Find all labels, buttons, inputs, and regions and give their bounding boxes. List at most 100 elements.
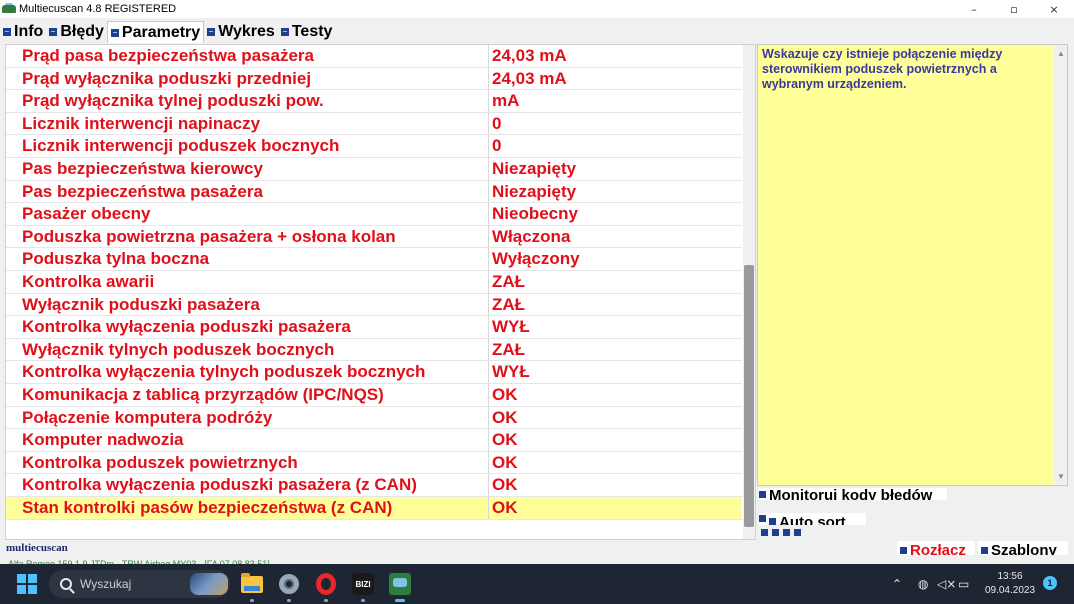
description-scrollbar[interactable]: ▲ ▼: [1054, 45, 1067, 485]
clock-time: 13:56: [997, 571, 1023, 582]
notification-badge[interactable]: 1: [1043, 576, 1057, 590]
table-row[interactable]: Wyłącznik tylnych poduszek bocznych ZAŁ: [6, 338, 742, 362]
table-row[interactable]: Licznik interwencji napinaczy 0: [6, 112, 742, 136]
table-row[interactable]: Prąd pasa bezpieczeństwa pasażera 24,03 m…: [6, 45, 742, 68]
param-name: Pasażer obecny: [6, 203, 489, 226]
tab-chart[interactable]: Wykres: [204, 21, 278, 43]
taskbar-clock[interactable]: 13:56 09.04.2023: [982, 570, 1038, 598]
tab-parameters[interactable]: Parametry: [106, 21, 205, 43]
window-controls: – ▫ ×: [954, 0, 1074, 18]
monitor-errors-checkbox[interactable]: Monitoruj kody błędów: [759, 488, 947, 500]
tab-tests[interactable]: Testy: [277, 21, 336, 43]
param-value: OK: [489, 452, 742, 475]
search-placeholder: Wyszukaj: [80, 577, 132, 591]
param-value: 0: [489, 135, 742, 158]
volume-muted-icon[interactable]: ◁×: [937, 564, 956, 604]
tray-chevron-icon[interactable]: ⌃: [892, 564, 902, 604]
disconnect-label: Rozłącz: [910, 542, 966, 555]
windows-start-icon[interactable]: [17, 574, 37, 594]
param-name: Licznik interwencji poduszek bocznych: [6, 135, 489, 158]
settings-gear-icon[interactable]: [276, 571, 302, 602]
tab-chart-icon: [207, 28, 216, 36]
minimize-button[interactable]: –: [954, 0, 994, 18]
templates-button[interactable]: Szablony: [978, 541, 1068, 555]
table-row[interactable]: Kontrolka poduszek powietrznych OK: [6, 451, 742, 475]
description-panel: Wskazuje czy istnieje połączenie między …: [757, 44, 1068, 486]
table-row[interactable]: Prąd wyłącznika tylnej poduszki pow. mA: [6, 90, 742, 113]
description-text: Wskazuje czy istnieje połączenie między …: [762, 47, 1003, 91]
table-row[interactable]: Kontrolka awarii ZAŁ: [6, 271, 742, 294]
table-row[interactable]: Pas bezpieczeństwa kierowcy Niezapięty: [6, 158, 742, 181]
battery-icon[interactable]: ▭: [958, 564, 969, 604]
scroll-down-arrow-icon[interactable]: ▼: [1057, 472, 1065, 481]
maximize-button[interactable]: ▫: [994, 0, 1034, 18]
app-window: Multiecuscan 4.8 REGISTERED – ▫ × Info B…: [0, 0, 1074, 604]
table-row[interactable]: Komputer nadwozia OK: [6, 429, 742, 452]
param-name: Kontrolka awarii: [6, 271, 489, 294]
disconnect-button[interactable]: Rozłącz: [897, 541, 975, 555]
param-name: Kontrolka poduszek powietrznych: [6, 451, 489, 475]
parameters-table: Prąd pasa bezpieczeństwa pasażera 24,03 m…: [5, 44, 756, 540]
param-value: Niezapięty: [489, 181, 742, 204]
brand-logo-text: multiecuscan: [6, 542, 68, 554]
param-value: OK: [489, 497, 742, 520]
network-globe-icon[interactable]: ◍: [918, 564, 928, 604]
multiecuscan-app-icon: [2, 3, 16, 15]
mini-toolbar-icon[interactable]: [772, 529, 779, 536]
param-value: ZAŁ: [489, 271, 742, 294]
table-row[interactable]: Poduszka tylna boczna Wyłączony: [6, 248, 742, 271]
table-row[interactable]: Kontrolka wyłączenia poduszki pasażera (…: [6, 474, 742, 497]
tab-chart-label: Wykres: [218, 23, 275, 40]
param-value: 0: [489, 113, 742, 136]
close-button[interactable]: ×: [1034, 0, 1074, 18]
param-value: Nieobecny: [489, 203, 742, 226]
mini-toolbar-icon[interactable]: [794, 529, 801, 536]
checkbox-icon: [759, 515, 766, 522]
mini-toolbar-icon[interactable]: [761, 529, 768, 536]
table-row[interactable]: Pas bezpieczeństwa pasażera Niezapięty: [6, 180, 742, 204]
opera-browser-icon[interactable]: [313, 571, 339, 602]
tab-tests-label: Testy: [291, 23, 333, 40]
param-name: Kontrolka wyłączenia tylnych poduszek bo…: [6, 361, 489, 384]
param-name: Prąd pasa bezpieczeństwa pasażera: [6, 45, 489, 68]
param-name: Licznik interwencji napinaczy: [6, 112, 489, 136]
param-name: Komunikacja z tablicą przyrządów (IPC/NQ…: [6, 384, 489, 407]
taskbar-search[interactable]: Wyszukaj: [49, 570, 230, 598]
param-value: 24,03 mA: [489, 45, 742, 68]
tab-info-icon: [3, 28, 11, 36]
bizi-app-icon[interactable]: BIZI: [350, 571, 376, 602]
table-row[interactable]: Poduszka powietrzna pasażera + osłona ko…: [6, 225, 742, 249]
table-row[interactable]: Kontrolka wyłączenia poduszki pasażera WY…: [6, 316, 742, 339]
tab-errors[interactable]: Błędy: [46, 21, 107, 43]
param-name: Prąd wyłącznika tylnej poduszki pow.: [6, 90, 489, 113]
tab-info-label: Info: [14, 23, 44, 40]
tab-info[interactable]: Info: [0, 21, 47, 43]
mini-toolbar-icon[interactable]: [783, 529, 790, 536]
tab-parameters-icon: [110, 28, 119, 37]
table-row[interactable]: Pasażer obecny Nieobecny: [6, 203, 742, 226]
param-name: Poduszka tylna boczna: [6, 248, 489, 271]
param-name: Wyłącznik poduszki pasażera: [6, 293, 489, 317]
table-row[interactable]: Połączenie komputera podróży OK: [6, 406, 742, 430]
table-row[interactable]: Wyłącznik poduszki pasażera ZAŁ: [6, 293, 742, 317]
file-explorer-icon[interactable]: [239, 571, 265, 602]
table-row-selected[interactable]: Stan kontrolki pasów bezpieczeństwa (z C…: [6, 497, 742, 520]
table-scrollbar-thumb[interactable]: [744, 265, 754, 527]
param-name: Połączenie komputera podróży: [6, 406, 489, 430]
table-scrollbar[interactable]: [743, 45, 755, 539]
search-icon: [60, 578, 72, 590]
scroll-up-arrow-icon[interactable]: ▲: [1057, 49, 1065, 58]
param-value: WYŁ: [489, 361, 742, 384]
param-value: mA: [489, 90, 742, 113]
param-name: Stan kontrolki pasów bezpieczeństwa (z C…: [6, 497, 489, 520]
param-name: Wyłącznik tylnych poduszek bocznych: [6, 338, 489, 362]
tab-errors-icon: [49, 28, 58, 36]
multiecuscan-taskbar-icon[interactable]: [387, 571, 413, 602]
param-value: ZAŁ: [489, 294, 742, 317]
table-row[interactable]: Kontrolka wyłączenia tylnych poduszek bo…: [6, 361, 742, 384]
table-row[interactable]: Licznik interwencji poduszek bocznych 0: [6, 135, 742, 158]
param-value: Włączona: [489, 226, 742, 249]
table-row[interactable]: Prąd wyłącznika poduszki przedniej 24,03 …: [6, 67, 742, 91]
auto-sort-checkbox[interactable]: Auto sort: [759, 513, 866, 525]
table-row[interactable]: Komunikacja z tablicą przyrządów (IPC/NQ…: [6, 384, 742, 407]
